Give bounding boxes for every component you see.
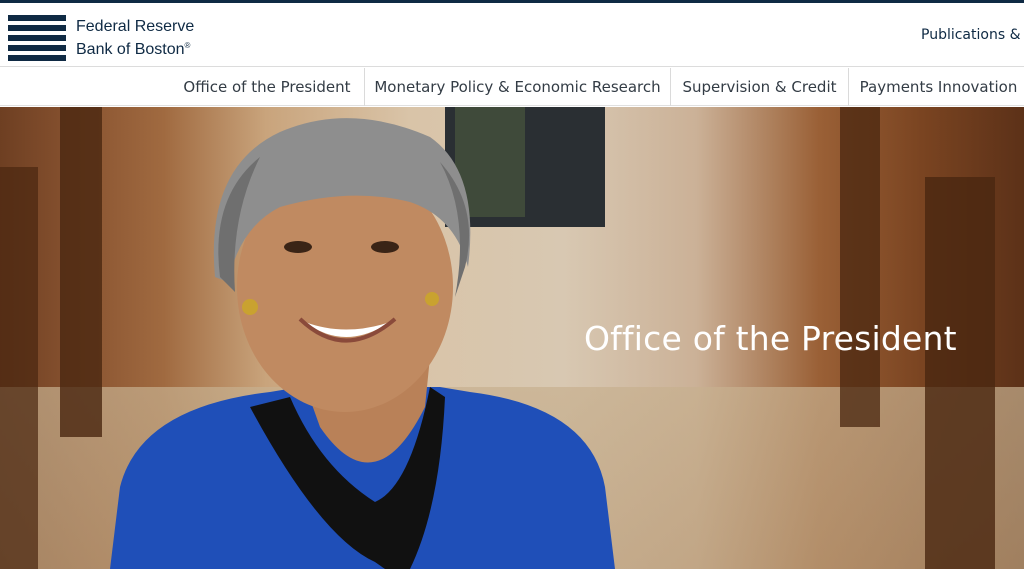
registered-mark: ® [184,41,191,50]
main-navigation: Office of the President Monetary Policy … [0,68,1024,106]
hero-door-right [840,107,880,427]
hero-door-edge [0,167,38,569]
publications-link[interactable]: Publications & [921,27,1021,43]
nav-item-supervision-credit[interactable]: Supervision & Credit [670,68,848,106]
fed-boston-logo[interactable]: Federal Reserve Bank of Boston® [8,15,208,61]
hero-door-far-right [925,177,995,569]
hero-door-left [60,107,102,437]
logo-line1: Federal Reserve [76,18,195,35]
portrait-photo [110,118,615,569]
site-header: Federal Reserve Bank of Boston® Publicat… [0,3,1024,67]
nav-item-monetary-policy[interactable]: Monetary Policy & Economic Research [364,68,670,106]
logo-wordmark: Federal Reserve Bank of Boston® [76,17,194,59]
bottom-strip [0,569,1024,573]
hero-banner: Office of the President [0,107,1024,569]
logo-stripes-icon [8,15,66,61]
nav-item-office-of-the-president[interactable]: Office of the President [170,68,364,106]
logo-line2: Bank of Boston [76,41,185,58]
hero-title: Office of the President [584,319,957,358]
nav-item-payments-innovation[interactable]: Payments Innovation [848,68,1024,106]
